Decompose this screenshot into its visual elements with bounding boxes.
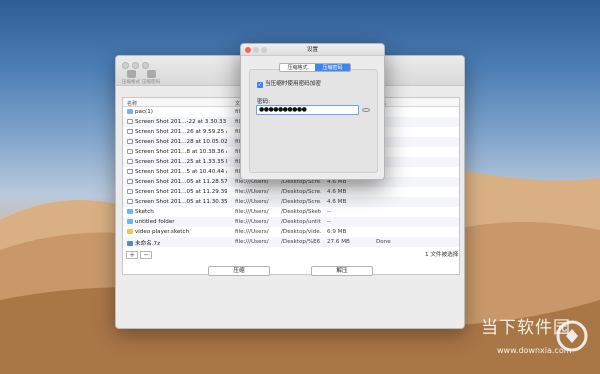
lock-icon <box>146 70 156 78</box>
gear-icon <box>126 70 136 78</box>
close-button[interactable] <box>122 62 129 69</box>
file-name-text: Screen Shot 201...05 at 11.29.39 AM <box>135 189 227 195</box>
file-name: Sketch <box>127 209 227 215</box>
file-path: /Desktop/Scre... <box>281 189 321 195</box>
use-password-option[interactable]: ✓ 当压缩时使用密码加密 <box>257 79 321 88</box>
file-name: pac(1) <box>127 109 227 115</box>
file-icon <box>127 149 133 154</box>
file-name-text: untitled folder <box>135 219 175 225</box>
folder-icon <box>127 209 133 214</box>
file-name: video player.sketch <box>127 229 227 235</box>
file-location: file:///Users/ <box>235 189 269 195</box>
toolbar-compress-password-button[interactable]: 压缩密码 <box>136 70 166 85</box>
file-size: -- <box>327 209 332 215</box>
settings-dialog: 设置 压缩格式 压缩密码 ✓ 当压缩时使用密码加密 密码: ●●●●●●●●●● <box>240 43 385 180</box>
zoom-button[interactable] <box>142 62 149 69</box>
compress-button[interactable]: 压缩 <box>208 266 270 276</box>
file-name-text: Screen Shot 201...8 at 10.38.36 AM <box>135 149 227 155</box>
column-header-name[interactable]: 名称 <box>127 100 137 107</box>
table-row[interactable]: untitled folder file:///Users/ /Desktop/un… <box>123 217 459 227</box>
file-icon <box>127 199 133 204</box>
table-row[interactable]: Sketch file:///Users/ /Desktop/Sketch -- <box>123 207 459 217</box>
file-size: 27.6 MB <box>327 239 350 245</box>
file-icon <box>127 119 133 124</box>
file-name: untitled folder <box>127 219 227 225</box>
file-name-text: Screen Shot 201...5 at 10.40.44 AM <box>135 169 227 175</box>
file-name: Screen Shot 201...28 at 10.05.02 AM <box>127 139 227 145</box>
file-size: -- <box>327 219 332 225</box>
dialog-zoom-button[interactable] <box>261 47 267 53</box>
add-file-button[interactable]: + <box>126 251 138 259</box>
file-icon <box>127 179 133 184</box>
sketch-icon <box>127 229 133 234</box>
file-name: Screen Shot 201...05 at 11.29.39 AM <box>127 189 227 195</box>
file-name-text: video player.sketch <box>135 229 190 235</box>
password-field[interactable]: ●●●●●●●●●● <box>256 105 359 115</box>
file-name: Screen Shot 201...05 at 11.28.57 AM <box>127 179 227 185</box>
extract-button[interactable]: 解压 <box>311 266 373 276</box>
selection-status: 1 文件被选择 <box>425 252 459 258</box>
file-name: Screen Shot 201...5 at 10.40.44 AM <box>127 169 227 175</box>
settings-tabs: 压缩格式 压缩密码 <box>279 63 351 72</box>
use-password-label: 当压缩时使用密码加密 <box>265 81 321 87</box>
file-icon <box>127 189 133 194</box>
file-icon <box>127 159 133 164</box>
show-password-icon[interactable] <box>362 108 370 112</box>
table-row[interactable]: Screen Shot 201...05 at 11.30.35 AM file:… <box>123 197 459 207</box>
file-name-text: Screen Shot 201...05 at 11.28.57 AM <box>135 179 227 185</box>
toolbar-compress-password-label: 压缩密码 <box>141 80 161 85</box>
file-size: 4.6 MB <box>327 199 347 205</box>
table-row[interactable]: video player.sketch file:///Users/ /Deskto… <box>123 227 459 237</box>
folder-icon <box>127 109 133 114</box>
password-label: 密码: <box>257 99 271 105</box>
watermark-url: www.downxia.com <box>497 346 572 355</box>
file-icon <box>127 139 133 144</box>
watermark-text: 当下软件园 <box>481 318 571 338</box>
file-path: /Desktop/untitl... <box>281 219 321 225</box>
file-icon <box>127 129 133 134</box>
file-name-text: pac(1) <box>135 109 153 115</box>
table-row[interactable]: Screen Shot 201...05 at 11.29.39 AM file:… <box>123 187 459 197</box>
settings-title: 设置 <box>306 47 319 53</box>
file-name: 未命名.7z <box>127 239 227 247</box>
dialog-close-button[interactable] <box>245 47 251 53</box>
file-location: file:///Users/ <box>235 209 269 215</box>
file-path: /Desktop/vide... <box>281 229 321 235</box>
file-location: file:///Users/ <box>235 239 269 245</box>
file-name: Screen Shot 201...-22 at 3.30.33 PM <box>127 119 227 125</box>
settings-titlebar: 设置 <box>241 44 384 56</box>
file-name: Screen Shot 201...25 at 1.33.35 PM <box>127 159 227 165</box>
file-icon <box>127 169 133 174</box>
archive-icon <box>127 241 133 246</box>
tab-compress-password[interactable]: 压缩密码 <box>315 64 350 71</box>
checkbox-checked-icon[interactable]: ✓ <box>257 82 263 88</box>
file-name: Screen Shot 201...8 at 10.38.36 AM <box>127 149 227 155</box>
file-name-text: Screen Shot 201...25 at 1.33.35 PM <box>135 159 227 165</box>
file-path: /Desktop/Sketch <box>281 209 321 215</box>
table-row[interactable]: 未命名.7z file:///Users/ /Desktop/%E6... 27.6 … <box>123 237 459 247</box>
file-name-text: Screen Shot 201...05 at 11.30.35 AM <box>135 199 227 205</box>
file-path: /Desktop/Scre... <box>281 199 321 205</box>
folder-icon <box>127 219 133 224</box>
minimize-button[interactable] <box>132 62 139 69</box>
file-name-text: Screen Shot 201...26 at 9.59.25 AM <box>135 129 227 135</box>
file-size: 4.6 MB <box>327 189 347 195</box>
file-name-text: Screen Shot 201...-22 at 3.30.33 PM <box>135 119 227 125</box>
tab-compress-format[interactable]: 压缩格式 <box>280 64 315 71</box>
remove-file-button[interactable]: − <box>140 251 152 259</box>
file-path: /Desktop/%E6... <box>281 239 321 245</box>
file-name: Screen Shot 201...05 at 11.30.35 AM <box>127 199 227 205</box>
file-location: file:///Users/ <box>235 199 269 205</box>
file-size: 6.9 MB <box>327 229 347 235</box>
file-status: Done <box>376 239 391 245</box>
file-name-text: Sketch <box>135 209 154 215</box>
file-name-text: Screen Shot 201...28 at 10.05.02 AM <box>135 139 227 145</box>
file-location: file:///Users/ <box>235 229 269 235</box>
dialog-minimize-button[interactable] <box>253 47 259 53</box>
file-name-text: 未命名.7z <box>135 241 161 247</box>
file-name: Screen Shot 201...26 at 9.59.25 AM <box>127 129 227 135</box>
file-location: file:///Users/ <box>235 219 269 225</box>
